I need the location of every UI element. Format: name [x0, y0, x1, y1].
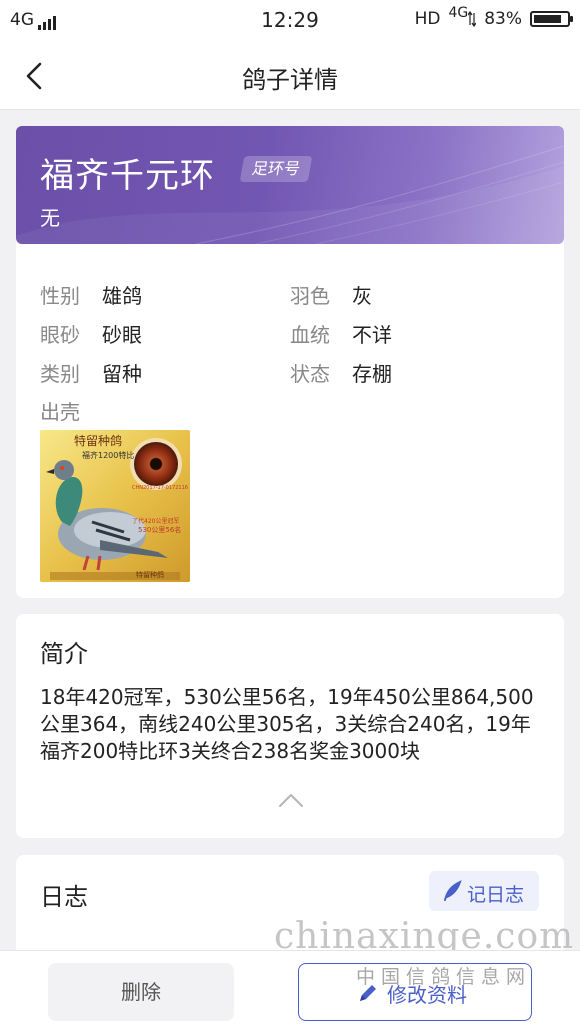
intro-text: 18年420冠军，530公里56名，19年450公里864,500公里364，南… [40, 685, 534, 763]
attr-label: 类别 [40, 362, 80, 386]
watermark-name: 中国信鸽信息网 [356, 966, 532, 988]
add-log-button[interactable]: 记日志 [429, 871, 539, 911]
attr-value: 不详 [352, 323, 392, 347]
photo-caption-2: 530公里56名 [138, 526, 182, 534]
delete-button[interactable]: 删除 [48, 963, 234, 1021]
attr-value: 雄鸽 [102, 284, 142, 308]
intro-heading: 简介 [40, 640, 88, 668]
attr-label: 血统 [290, 323, 330, 347]
feather-pen-icon [444, 880, 462, 901]
pigeon-photo[interactable]: 特留种鸽 福齐1200特比 CHN2017-17-0172116 了代420公里… [40, 430, 190, 582]
intro-card: 简介 18年420冠军，530公里56名，19年450公里864,500公里36… [16, 614, 564, 838]
photo-caption-1: 了代420公里冠军 [132, 518, 180, 525]
photo-sub-text: 福齐1200特比 [82, 451, 135, 460]
ring-badge: 足环号 [239, 156, 313, 182]
pigeon-info-card: 福齐千元环 足环号 无 性别 雄鸽 羽色 灰 眼砂 砂眼 血统 不详 类别 留种… [16, 126, 564, 598]
photo-top-text: 特留种鸽 [74, 434, 123, 448]
photo-ring-text: CHN2017-17-0172116 [132, 485, 188, 491]
chevron-up-icon[interactable] [278, 792, 304, 808]
ring-banner: 福齐千元环 足环号 无 [16, 126, 564, 244]
battery-percent: 83% [484, 9, 522, 29]
attr-value: 留种 [102, 362, 142, 386]
attr-label: 性别 [40, 284, 80, 308]
owner-name: 无 [40, 206, 60, 230]
network-type-right: 4G [448, 5, 469, 21]
attr-label: 状态 [290, 362, 330, 386]
status-right: HD 4G 83% [414, 5, 573, 29]
ring-number: 福齐千元环 [40, 156, 215, 196]
photo-footer-text: 特留种鸽 [136, 571, 164, 579]
attr-label: 羽色 [290, 284, 330, 308]
page-title: 鸽子详情 [242, 66, 338, 94]
add-log-label: 记日志 [467, 884, 525, 906]
attr-label: 眼砂 [40, 323, 80, 347]
nav-bar: 鸽子详情 [0, 40, 580, 110]
data-arrows-icon [468, 11, 477, 27]
status-bar: 4G 12:29 HD 4G 83% [0, 0, 580, 40]
attr-label: 出壳 [40, 400, 80, 424]
hd-indicator: HD [414, 9, 441, 29]
attr-value: 灰 [352, 284, 372, 308]
log-heading: 日志 [40, 883, 88, 911]
battery-icon [530, 11, 573, 27]
attr-value: 存棚 [352, 362, 392, 386]
attr-value: 砂眼 [102, 323, 142, 347]
